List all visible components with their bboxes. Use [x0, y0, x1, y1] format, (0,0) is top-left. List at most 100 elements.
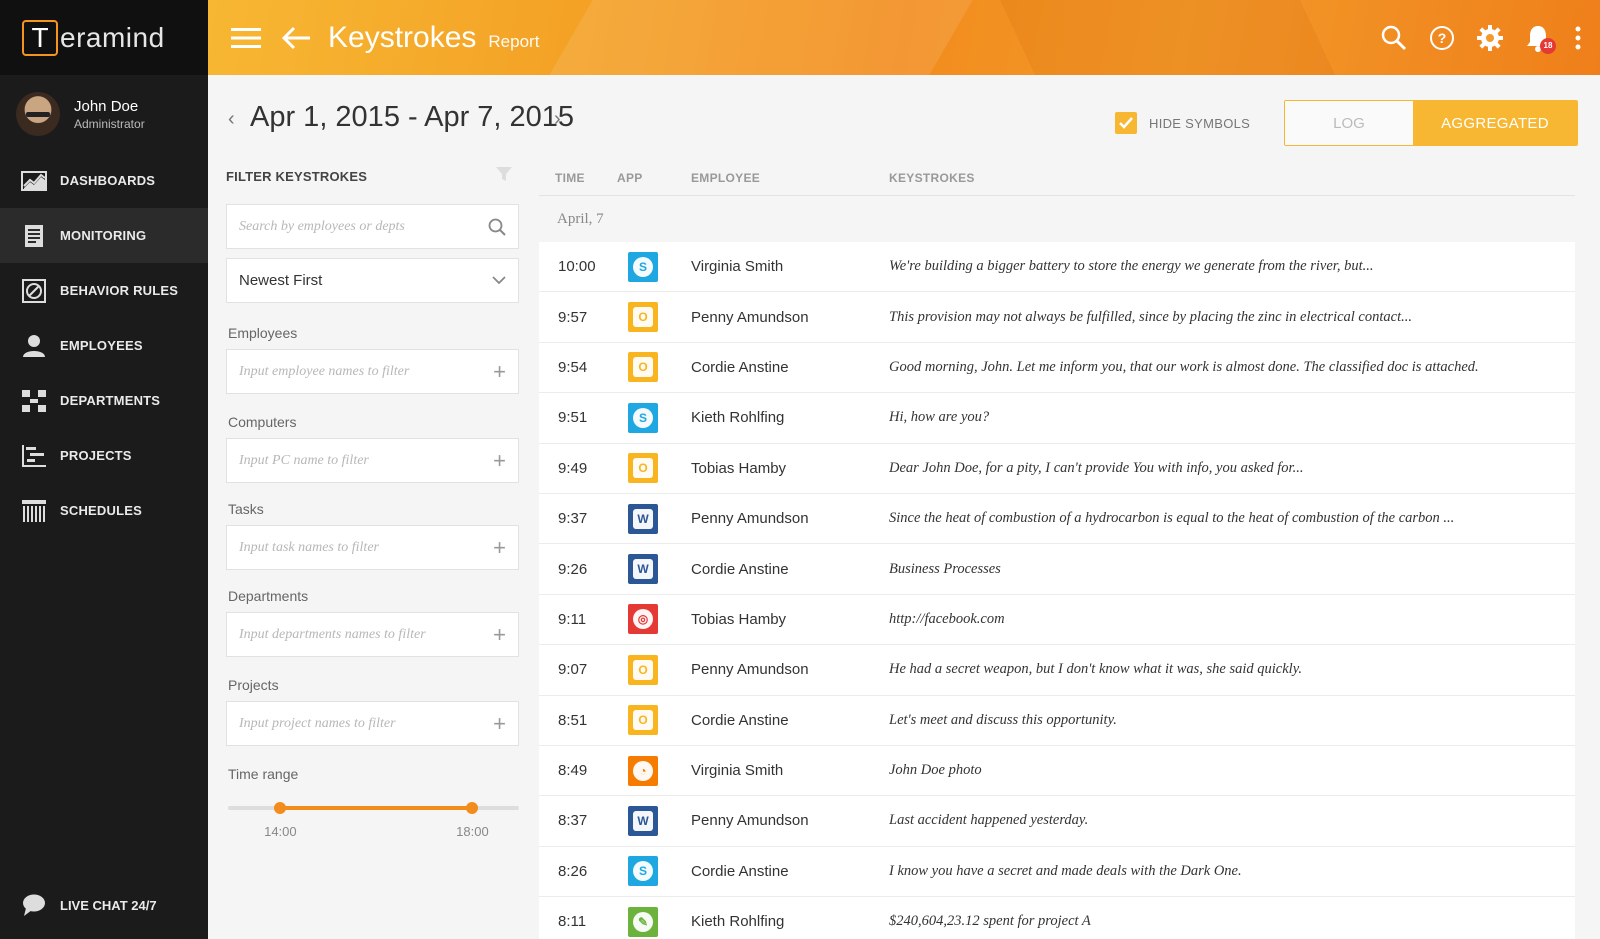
row-employee: Cordie Anstine: [691, 560, 789, 578]
sort-select[interactable]: Newest First: [226, 258, 519, 303]
table-row[interactable]: 9:11 ◎ Tobias Hamby http://facebook.com: [539, 594, 1575, 646]
settings-button[interactable]: [1472, 20, 1508, 56]
nav-label: EMPLOYEES: [60, 338, 143, 353]
checkbox-box: [1115, 112, 1137, 134]
logo[interactable]: T eramind: [0, 0, 208, 75]
user-name: John Doe: [74, 97, 139, 115]
table-row[interactable]: 9:37 W Penny Amundson Since the heat of com…: [539, 493, 1575, 545]
outlook-icon: O: [628, 302, 658, 333]
plus-icon[interactable]: +: [493, 622, 506, 648]
no-entry-icon: [20, 278, 48, 303]
departments-filter-input[interactable]: Input departments names to filter +: [226, 612, 519, 657]
plus-icon[interactable]: +: [493, 359, 506, 385]
nav-schedules[interactable]: SCHEDULES: [0, 483, 208, 538]
nav-label: DASHBOARDS: [60, 173, 156, 188]
row-keystrokes: This provision may not always be fulfill…: [889, 308, 1412, 325]
nav-label: MONITORING: [60, 228, 147, 243]
tasks-filter-input[interactable]: Input task names to filter +: [226, 525, 519, 570]
plus-icon[interactable]: +: [493, 448, 506, 474]
skype-icon: S: [628, 402, 658, 433]
table-row[interactable]: 8:37 W Penny Amundson Last accident happene…: [539, 796, 1575, 847]
nav-behavior-rules[interactable]: BEHAVIOR RULES: [0, 263, 208, 318]
nav-monitoring[interactable]: MONITORING: [0, 208, 208, 263]
table-row[interactable]: 8:51 O Cordie Anstine Let's meet and discus…: [539, 695, 1575, 746]
next-date-button[interactable]: ›: [554, 108, 561, 131]
hamburger-icon: [231, 27, 261, 48]
row-time: 9:07: [558, 661, 588, 679]
table-row[interactable]: 8:26 S Cordie Anstine I know you have a sec…: [539, 846, 1575, 898]
row-time: 9:57: [558, 308, 588, 326]
row-keystrokes: We're building a bigger battery to store…: [889, 258, 1374, 275]
date-range[interactable]: Apr 1, 2015 - Apr 7, 2015: [250, 101, 574, 134]
search-placeholder: Search by employees or depts: [239, 218, 405, 234]
table-row[interactable]: 9:54 O Cordie Anstine Good morning, John. L…: [539, 342, 1575, 394]
row-time: 9:11: [558, 610, 587, 628]
notification-badge: 18: [1540, 37, 1556, 54]
back-button[interactable]: [278, 20, 314, 56]
row-keystrokes: http://facebook.com: [889, 610, 1005, 627]
departments-label: Departments: [228, 588, 309, 604]
table-row[interactable]: 9:07 O Penny Amundson He had a secret weapo…: [539, 645, 1575, 696]
hide-symbols-checkbox[interactable]: HIDE SYMBOLS: [1115, 112, 1250, 134]
plus-icon[interactable]: +: [493, 535, 506, 561]
chevron-left-icon: ‹: [228, 108, 235, 130]
column-header-time[interactable]: TIME: [539, 171, 617, 185]
sidebar: T eramind John Doe Administrator DASHBOA…: [0, 0, 208, 939]
calendar-grid-icon: [20, 499, 48, 523]
svg-text:?: ?: [1438, 30, 1447, 46]
slider-handle-end[interactable]: [466, 802, 479, 814]
slider-handle-start[interactable]: [274, 802, 287, 814]
outlook-icon: O: [628, 352, 658, 383]
table-row[interactable]: 9:57 O Penny Amundson This provision may no…: [539, 292, 1575, 343]
row-app: O: [617, 352, 691, 383]
logo-mark: T: [22, 19, 58, 56]
chat-bubble-icon: [20, 893, 48, 917]
group-date-label: April, 7: [557, 210, 604, 227]
user-profile[interactable]: John Doe Administrator: [0, 75, 208, 153]
row-app: ✎: [617, 906, 691, 937]
notifications-button[interactable]: 18: [1520, 20, 1556, 56]
column-header-app[interactable]: APP: [617, 171, 691, 185]
nav-employees[interactable]: EMPLOYEES: [0, 318, 208, 373]
more-button[interactable]: [1568, 20, 1588, 56]
row-keystrokes: I know you have a secret and made deals …: [889, 862, 1242, 879]
search-icon: [1381, 25, 1407, 50]
column-header-employee[interactable]: EMPLOYEE: [691, 171, 889, 185]
row-time: 9:26: [558, 560, 588, 578]
aggregated-view-button[interactable]: AGGREGATED: [1413, 101, 1577, 145]
employees-filter-input[interactable]: Input employee names to filter +: [226, 349, 519, 394]
menu-button[interactable]: [228, 20, 264, 56]
time-range-slider[interactable]: 14:00 18:00: [226, 790, 519, 840]
computers-filter-input[interactable]: Input PC name to filter +: [226, 438, 519, 483]
row-app: W: [617, 554, 691, 585]
row-time: 8:49: [558, 762, 588, 780]
filter-icon[interactable]: [495, 165, 513, 188]
table-row[interactable]: 9:51 S Kieth Rohlfing Hi, how are you?: [539, 393, 1575, 444]
live-chat-button[interactable]: LIVE CHAT 24/7: [0, 893, 208, 917]
more-vertical-icon: [1575, 26, 1581, 49]
table-row[interactable]: 9:49 O Tobias Hamby Dear John Doe, for a pi…: [539, 443, 1575, 494]
table-row[interactable]: 10:00 S Virginia Smith We're building a big…: [539, 242, 1575, 293]
nav-dashboards[interactable]: DASHBOARDS: [0, 153, 208, 208]
computers-placeholder: Input PC name to filter: [239, 452, 369, 468]
nav-departments[interactable]: DEPARTMENTS: [0, 373, 208, 428]
column-header-keystrokes[interactable]: KEYSTROKES: [889, 171, 1575, 185]
row-keystrokes: Good morning, John. Let me inform you, t…: [889, 358, 1479, 375]
search-input[interactable]: Search by employees or depts: [226, 204, 519, 249]
date-bar: ‹ Apr 1, 2015 - Apr 7, 2015 › HIDE SYMBO…: [208, 75, 1600, 160]
nav-projects[interactable]: PROJECTS: [0, 428, 208, 483]
table-row[interactable]: 8:49 ◔ Virginia Smith John Doe photo: [539, 745, 1575, 797]
table-row[interactable]: 9:26 W Cordie Anstine Business Processes: [539, 544, 1575, 595]
plus-icon[interactable]: +: [493, 711, 506, 737]
prev-date-button[interactable]: ‹: [228, 108, 235, 131]
word-icon: W: [628, 503, 658, 534]
projects-filter-input[interactable]: Input project names to filter +: [226, 701, 519, 746]
help-button[interactable]: ?: [1424, 20, 1460, 56]
row-employee: Penny Amundson: [691, 812, 809, 830]
row-employee: Penny Amundson: [691, 308, 809, 326]
log-view-button[interactable]: LOG: [1285, 101, 1413, 145]
table-row[interactable]: 8:11 ✎ Kieth Rohlfing $240,604,23.12 spent …: [539, 897, 1575, 939]
help-icon: ?: [1430, 25, 1454, 50]
search-button[interactable]: [1376, 20, 1412, 56]
nav-label: PROJECTS: [60, 448, 132, 463]
